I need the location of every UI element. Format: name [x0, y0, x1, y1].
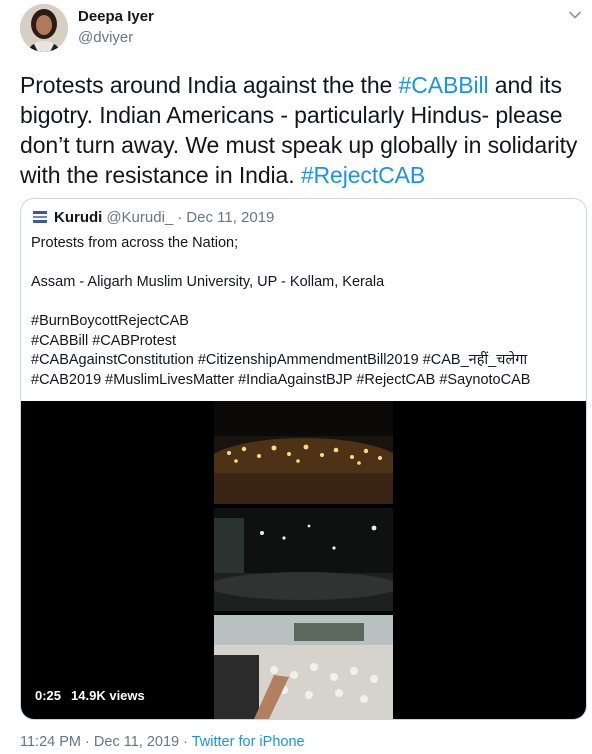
quoted-hashtag-line[interactable]: #CAB2019 #MuslimLivesMatter #IndiaAgains… [31, 371, 576, 391]
author-name[interactable]: Deepa Iyer [78, 8, 154, 25]
author-avatar[interactable] [20, 4, 68, 52]
chevron-down-icon[interactable] [568, 8, 582, 22]
tweet-text-segment: Protests around India against the the [20, 72, 399, 98]
tweet-date[interactable]: Dec 11, 2019 [94, 734, 179, 750]
quoted-line: Assam - Aligarh Muslim University, UP - … [31, 274, 385, 290]
quoted-author-name[interactable]: Kurudi [54, 209, 102, 226]
separator: · [177, 208, 183, 226]
video-views: 14.9K views [71, 688, 145, 703]
video-duration: 0:25 [35, 688, 62, 703]
video-meta: 0:25 14.9K views [35, 688, 145, 703]
quoted-header: Kurudi @Kurudi_ · Dec 11, 2019 [31, 208, 274, 226]
quoted-text: Protests from across the Nation; Assam -… [31, 234, 576, 390]
tweet-time[interactable]: 11:24 PM [20, 734, 81, 750]
quoted-avatar[interactable] [31, 208, 49, 226]
tweet-footer: 11:24 PM · Dec 11, 2019 · Twitter for iP… [20, 734, 305, 750]
tweet-source-link[interactable]: Twitter for iPhone [192, 734, 305, 750]
quoted-hashtag-line[interactable]: #CABBill #CABProtest [31, 332, 576, 352]
separator: · [85, 734, 90, 750]
hashtag-link[interactable]: #RejectCAB [301, 162, 425, 188]
quoted-hashtag-line[interactable]: #BurnBoycottRejectCAB [31, 312, 576, 332]
video-player[interactable]: 0:25 14.9K views [21, 401, 586, 719]
quoted-author-handle[interactable]: @Kurudi_ [106, 209, 173, 226]
quoted-date[interactable]: Dec 11, 2019 [186, 209, 274, 226]
quoted-avatar-image [31, 208, 49, 226]
hashtag-link[interactable]: #CABBill [399, 72, 489, 98]
author-handle[interactable]: @dviyer [78, 29, 133, 46]
separator: · [183, 734, 188, 750]
tweet-text: Protests around India against the the #C… [20, 70, 580, 190]
quoted-tweet[interactable]: Kurudi @Kurudi_ · Dec 11, 2019 Protests … [20, 198, 587, 720]
quoted-line: Protests from across the Nation; [31, 235, 239, 251]
video-frame-2 [214, 508, 393, 611]
author-avatar-image [20, 4, 68, 52]
video-frame-3 [214, 615, 393, 719]
video-frame-1 [214, 401, 393, 504]
quoted-hashtag-line[interactable]: #CABAgainstConstitution #CitizenshipAmme… [31, 351, 576, 371]
